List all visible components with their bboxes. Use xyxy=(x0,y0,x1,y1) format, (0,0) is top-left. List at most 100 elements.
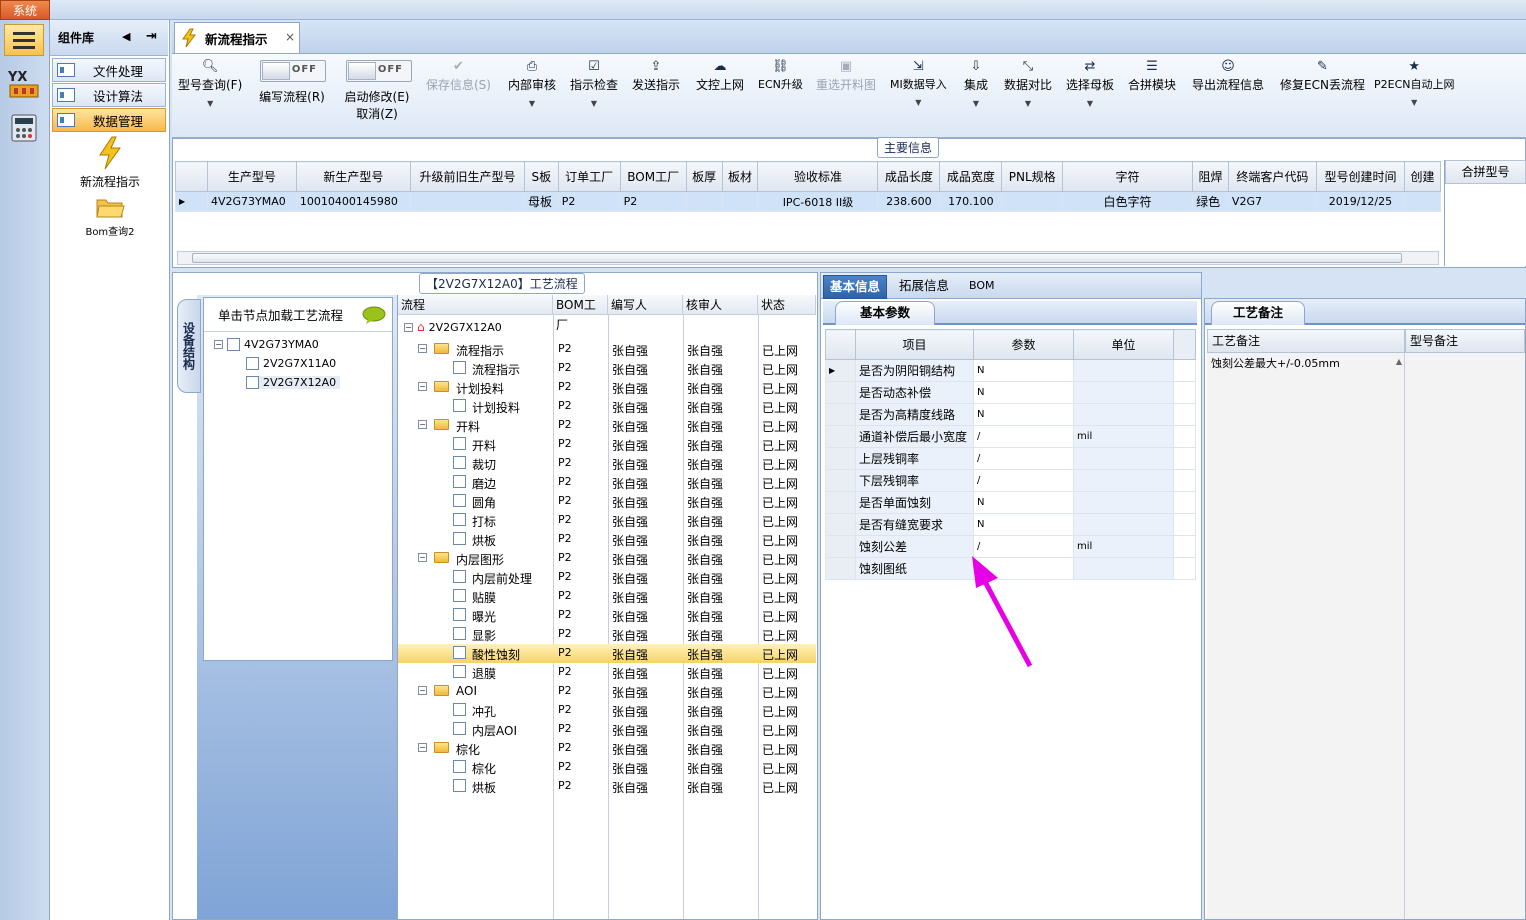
library-item-design-algorithm[interactable]: 设计算法 xyxy=(52,83,166,107)
table-cell[interactable]: 238.600 xyxy=(877,191,941,212)
write-flow-toggle[interactable]: OFF 编写流程(R) xyxy=(258,60,326,105)
table-cell[interactable]: 母板 xyxy=(524,191,559,212)
flow-row[interactable]: 贴膜 P2 张自强 张自强 已上网 xyxy=(398,587,816,606)
column-header[interactable]: 订单工厂 xyxy=(557,161,621,192)
column-header[interactable]: 验收标准 xyxy=(757,161,879,192)
column-header[interactable]: 板厚 xyxy=(685,161,723,192)
tab-new-flow[interactable]: 新流程指示 × xyxy=(174,22,300,53)
param-row[interactable]: 蚀刻公差 / mil xyxy=(825,535,1196,558)
flow-row[interactable]: 冲孔 P2 张自强 张自强 已上网 xyxy=(398,701,816,720)
tab-equipment-structure[interactable]: 设备结构 xyxy=(177,299,201,393)
column-header[interactable]: 参数 xyxy=(973,329,1074,360)
param-row[interactable]: 是否为高精度线路 N xyxy=(825,403,1196,426)
column-header[interactable]: BOM工厂 xyxy=(553,295,608,332)
collapse-icon[interactable]: − xyxy=(418,420,427,429)
internal-review-button[interactable]: ⎙ 内部审核 ▼ xyxy=(508,58,556,128)
param-value[interactable]: N xyxy=(973,491,1074,514)
column-header[interactable]: 核审人 xyxy=(683,295,758,315)
collapse-left-icon[interactable]: ◀ xyxy=(122,30,130,43)
column-header[interactable]: 板材 xyxy=(721,161,759,192)
merge-model-header[interactable]: 合拼型号 xyxy=(1445,160,1526,184)
process-notes-area[interactable]: 蚀刻公差最大+/-0.05mm ▲ xyxy=(1207,353,1405,919)
param-value[interactable]: N xyxy=(973,381,1074,404)
flow-row[interactable]: 圆角 P2 张自强 张自强 已上网 xyxy=(398,492,816,511)
tree-node[interactable]: − 4V2G73YMA0 xyxy=(214,338,319,351)
tab-process-notes[interactable]: 工艺备注 xyxy=(1211,301,1305,325)
param-value[interactable]: N xyxy=(973,403,1074,426)
tab-extended-info[interactable]: 拓展信息 xyxy=(893,275,955,299)
table-row[interactable]: ▶ 4V2G73YMA0 10010400145980 母板 P2 P2 IPC… xyxy=(175,191,1442,212)
bom-query-shortcut[interactable]: Bom查询2 xyxy=(60,194,160,238)
tab-basic-info[interactable]: 基本信息 xyxy=(823,275,888,299)
column-header[interactable]: BOM工厂 xyxy=(619,161,687,192)
column-header[interactable]: 流程 xyxy=(398,295,553,315)
flow-row[interactable]: − 内层图形 P2 张自强 张自强 已上网 xyxy=(398,549,816,568)
model-notes-header[interactable]: 型号备注 xyxy=(1405,329,1525,353)
speech-bubble-icon[interactable] xyxy=(362,306,386,324)
flow-row[interactable]: 酸性蚀刻 P2 张自强 张自强 已上网 xyxy=(398,644,816,663)
table-cell[interactable]: 2019/12/25 xyxy=(1315,191,1405,212)
mi-data-import-button[interactable]: ⇲ MI数据导入 ▼ xyxy=(890,58,947,128)
param-value[interactable]: / xyxy=(973,447,1074,470)
collapse-icon[interactable]: − xyxy=(404,322,413,332)
column-header[interactable]: 创建 xyxy=(1403,161,1442,192)
select-motherboard-button[interactable]: ⇄ 选择母板 ▼ xyxy=(1066,58,1114,128)
column-header[interactable]: 项目 xyxy=(855,329,974,360)
library-item-data-management[interactable]: 数据管理 xyxy=(52,108,166,132)
column-header[interactable]: 编写人 xyxy=(608,295,683,315)
data-compare-button[interactable]: ⤡ 数据对比 ▼ xyxy=(1004,58,1052,128)
flow-row[interactable]: − 开料 P2 张自强 张自强 已上网 xyxy=(398,416,816,435)
column-header[interactable]: 型号创建时间 xyxy=(1315,161,1405,192)
table-cell[interactable] xyxy=(1001,191,1064,212)
process-notes-header[interactable]: 工艺备注 xyxy=(1207,329,1405,353)
start-modify-toggle[interactable]: OFF 启动修改(E) 取消(Z) xyxy=(342,60,412,122)
flow-row[interactable]: 打标 P2 张自强 张自强 已上网 xyxy=(398,511,816,530)
flow-row[interactable]: − 计划投料 P2 张自强 张自强 已上网 xyxy=(398,378,816,397)
scrollbar-thumb[interactable] xyxy=(192,253,1402,263)
export-flow-info-button[interactable]: ☺ 导出流程信息 xyxy=(1192,58,1264,128)
fix-ecn-lost-flow-button[interactable]: ✎ 修复ECN丢流程 xyxy=(1280,58,1365,128)
flow-row[interactable]: 烘板 P2 张自强 张自强 已上网 xyxy=(398,777,816,796)
close-tab-icon[interactable]: × xyxy=(285,30,295,44)
param-row[interactable]: 上层残铜率 / xyxy=(825,447,1196,470)
flow-row[interactable]: 内层前处理 P2 张自强 张自强 已上网 xyxy=(398,568,816,587)
flow-root-node[interactable]: − ⌂ 2V2G7X12A0 xyxy=(404,320,502,334)
flow-row[interactable]: 内层AOI P2 张自强 张自强 已上网 xyxy=(398,720,816,739)
collapse-icon[interactable]: − xyxy=(214,340,223,349)
table-cell[interactable] xyxy=(685,191,723,212)
flow-row[interactable]: 棕化 P2 张自强 张自强 已上网 xyxy=(398,758,816,777)
param-value[interactable]: N xyxy=(973,513,1074,536)
collapse-icon[interactable]: − xyxy=(418,344,427,353)
tree-node-selected[interactable]: 2V2G7X12A0 xyxy=(246,376,341,389)
calculator-app-icon[interactable] xyxy=(5,110,43,146)
system-menu-button[interactable]: 系统 xyxy=(0,0,50,20)
param-value[interactable]: N xyxy=(973,359,1074,382)
tab-bom[interactable]: BOM xyxy=(963,275,1001,299)
flow-row[interactable]: − 流程指示 P2 张自强 张自强 已上网 xyxy=(398,340,816,359)
table-cell[interactable]: 4V2G73YMA0 xyxy=(207,191,297,212)
flow-row[interactable]: 流程指示 P2 张自强 张自强 已上网 xyxy=(398,359,816,378)
param-row[interactable]: 是否有缝宽要求 N xyxy=(825,513,1196,536)
flow-row[interactable]: − AOI P2 张自强 张自强 已上网 xyxy=(398,682,816,701)
column-header[interactable]: 字符 xyxy=(1062,161,1194,192)
column-header[interactable]: 单位 xyxy=(1073,329,1174,360)
collapse-icon[interactable]: − xyxy=(418,686,427,695)
flow-row[interactable]: 退膜 P2 张自强 张自强 已上网 xyxy=(398,663,816,682)
merge-module-button[interactable]: ☰ 合拼模块 xyxy=(1128,58,1176,128)
table-cell[interactable]: P2 xyxy=(557,191,621,212)
collapse-icon[interactable]: − xyxy=(418,382,427,391)
param-row[interactable]: ▶ 是否为阴阳铜结构 N xyxy=(825,359,1196,382)
collapse-icon[interactable]: − xyxy=(418,553,427,562)
column-header[interactable]: 生产型号 xyxy=(207,161,297,192)
table-cell[interactable]: IPC-6018 II级 xyxy=(757,191,879,212)
flow-row[interactable]: 显影 P2 张自强 张自强 已上网 xyxy=(398,625,816,644)
table-cell[interactable] xyxy=(1403,191,1442,212)
param-row[interactable]: 通道补偿后最小宽度 / mil xyxy=(825,425,1196,448)
table-cell[interactable] xyxy=(721,191,759,212)
table-cell[interactable] xyxy=(409,191,526,212)
table-cell[interactable]: P2 xyxy=(619,191,687,212)
flow-row[interactable]: − 棕化 P2 张自强 张自强 已上网 xyxy=(398,739,816,758)
table-cell[interactable]: 白色字符 xyxy=(1062,191,1194,212)
write-flow-switch[interactable]: OFF xyxy=(260,60,326,82)
yx-app-icon[interactable]: YX xyxy=(5,66,43,102)
